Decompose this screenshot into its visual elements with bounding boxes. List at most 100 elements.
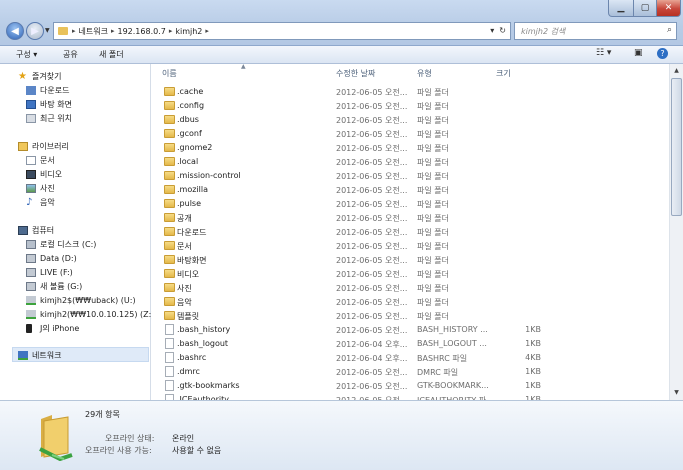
back-button[interactable]: ◀: [6, 22, 24, 40]
offline-status-label: 오프라인 상태:: [105, 434, 155, 443]
file-name: .gnome2: [177, 143, 213, 152]
nav-pictures[interactable]: 사진: [26, 182, 55, 195]
file-row[interactable]: .dmrc 2012-06-05 오전... DMRC 파일 1KB: [152, 365, 669, 379]
nav-recent[interactable]: 최근 위치: [26, 112, 72, 125]
nav-network[interactable]: 네트워크: [18, 349, 61, 362]
file-row[interactable]: 다운로드 2012-06-05 오전... 파일 폴더: [152, 225, 669, 239]
documents-icon: [26, 156, 36, 165]
address-bar[interactable]: ▸ 네트워크 ▸ 192.168.0.7 ▸ kimjh2 ▸ ▾ ↻: [53, 22, 511, 40]
breadcrumb-host[interactable]: 192.168.0.7: [117, 27, 165, 36]
file-row[interactable]: 바탕화면 2012-06-05 오전... 파일 폴더: [152, 253, 669, 267]
search-icon[interactable]: ⌕: [667, 25, 672, 35]
minimize-button[interactable]: ▁: [608, 0, 634, 17]
file-row[interactable]: .bash_logout 2012-06-04 오후... BASH_LOGOUT …: [152, 337, 669, 351]
file-icon: [165, 338, 174, 349]
file-row[interactable]: .local 2012-06-05 오전... 파일 폴더: [152, 155, 669, 169]
folder-icon: [164, 283, 175, 292]
column-header-type[interactable]: 유형: [417, 68, 432, 79]
search-input[interactable]: kimjh2 검색 ⌕: [514, 22, 677, 40]
breadcrumb-folder[interactable]: kimjh2: [175, 27, 202, 36]
file-modified: 2012-06-04 오후...: [336, 340, 408, 349]
column-header-size[interactable]: 크기: [496, 68, 511, 79]
file-row[interactable]: .ICEauthority2012-06-05 오전...ICEAUTHORIT…: [152, 393, 669, 400]
file-type: BASH_LOGOUT ...: [417, 339, 487, 348]
nav-favorites[interactable]: ★ 즐겨찾기: [18, 70, 61, 83]
history-dropdown-icon[interactable]: ▾: [490, 26, 494, 35]
music-icon: ♪: [26, 197, 33, 208]
folder-icon: [164, 87, 175, 96]
file-row[interactable]: .dbus 2012-06-05 오전... 파일 폴더: [152, 113, 669, 127]
file-row[interactable]: .cache 2012-06-05 오전... 파일 폴더: [152, 85, 669, 99]
nav-music[interactable]: ♪ 음악: [26, 196, 55, 209]
vertical-scrollbar[interactable]: ▲ ▼: [669, 64, 683, 400]
share-button[interactable]: 공유: [63, 49, 78, 60]
file-size: 1KB: [525, 339, 541, 348]
file-row[interactable]: .pulse 2012-06-05 오전... 파일 폴더: [152, 197, 669, 211]
file-row[interactable]: .mission-control 2012-06-05 오전... 파일 폴더: [152, 169, 669, 183]
forward-button[interactable]: ▶: [26, 22, 44, 40]
organize-button[interactable]: 구성 ▾: [16, 49, 37, 60]
file-row[interactable]: .config 2012-06-05 오전... 파일 폴더: [152, 99, 669, 113]
scroll-thumb[interactable]: [671, 78, 682, 216]
file-row[interactable]: .bashrc 2012-06-04 오후... BASHRC 파일 4KB: [152, 351, 669, 365]
pictures-icon: [26, 184, 36, 193]
preview-pane-icon[interactable]: ▣: [634, 48, 643, 58]
scroll-up-arrow-icon[interactable]: ▲: [670, 64, 683, 77]
refresh-icon[interactable]: ↻: [499, 26, 506, 35]
chevron-right-icon[interactable]: ▸: [169, 27, 173, 35]
chevron-right-icon[interactable]: ▸: [111, 27, 115, 35]
file-name: .mission-control: [177, 171, 241, 180]
maximize-button[interactable]: ▢: [633, 0, 657, 17]
nav-iphone[interactable]: J의 iPhone: [26, 322, 79, 335]
nav-label: 즐겨찾기: [32, 72, 62, 81]
scroll-down-arrow-icon[interactable]: ▼: [670, 386, 683, 399]
nav-downloads[interactable]: 다운로드: [26, 84, 69, 97]
folder-icon: [164, 241, 175, 250]
nav-label: Data (D:): [40, 254, 77, 263]
breadcrumb-network[interactable]: 네트워크: [79, 26, 108, 37]
view-options-icon[interactable]: ☷ ▾: [596, 48, 611, 58]
file-type: 파일 폴더: [417, 270, 449, 279]
column-header-modified[interactable]: 수정한 날짜: [336, 68, 375, 79]
shared-folder-icon: [39, 415, 73, 461]
file-name: 템플릿: [177, 312, 200, 321]
file-modified: 2012-06-05 오전...: [336, 368, 408, 377]
search-placeholder: kimjh2 검색: [521, 27, 566, 36]
file-row[interactable]: 비디오 2012-06-05 오전... 파일 폴더: [152, 267, 669, 281]
nav-videos[interactable]: 비디오: [26, 168, 62, 181]
column-header-name[interactable]: 이름: [162, 68, 177, 79]
nav-documents[interactable]: 문서: [26, 154, 55, 167]
file-type: 파일 폴더: [417, 298, 449, 307]
nav-drive-d[interactable]: Data (D:): [26, 252, 77, 265]
nav-drive-c[interactable]: 로컬 디스크 (C:): [26, 238, 96, 251]
nav-computer[interactable]: 컴퓨터: [18, 224, 54, 237]
file-row[interactable]: .gtk-bookmarks 2012-06-05 오전... GTK-BOOKMA…: [152, 379, 669, 393]
file-row[interactable]: 공개 2012-06-05 오전... 파일 폴더: [152, 211, 669, 225]
file-row[interactable]: 사진 2012-06-05 오전... 파일 폴더: [152, 281, 669, 295]
file-row[interactable]: 음악 2012-06-05 오전... 파일 폴더: [152, 295, 669, 309]
chevron-right-icon[interactable]: ▸: [72, 27, 76, 35]
folder-icon: [164, 213, 175, 222]
nav-label: 문서: [40, 156, 55, 165]
file-row[interactable]: .gconf 2012-06-05 오전... 파일 폴더: [152, 127, 669, 141]
chevron-right-icon[interactable]: ▸: [205, 27, 209, 35]
nav-drive-f[interactable]: LIVE (F:): [26, 266, 73, 279]
file-row[interactable]: .bash_history 2012-06-05 오전... BASH_HISTOR…: [152, 323, 669, 337]
close-button[interactable]: ✕: [656, 0, 681, 17]
nav-drive-z[interactable]: kimjh2(₩₩10.0.10.125) (Z:): [26, 308, 154, 321]
file-row[interactable]: 문서 2012-06-05 오전... 파일 폴더: [152, 239, 669, 253]
file-row[interactable]: 템플릿 2012-06-05 오전... 파일 폴더: [152, 309, 669, 323]
help-icon[interactable]: ?: [657, 48, 668, 59]
nav-libraries[interactable]: 라이브러리: [18, 140, 69, 153]
recent-pages-dropdown[interactable]: ▼: [45, 27, 50, 34]
nav-label: 컴퓨터: [32, 226, 55, 235]
file-row[interactable]: .mozilla 2012-06-05 오전... 파일 폴더: [152, 183, 669, 197]
downloads-icon: [26, 86, 36, 95]
nav-drive-u[interactable]: kimjh2$(₩₩uback) (U:): [26, 294, 136, 307]
computer-icon: [18, 226, 28, 235]
nav-drive-g[interactable]: 새 볼륨 (G:): [26, 280, 82, 293]
file-type: DMRC 파일: [417, 368, 459, 377]
new-folder-button[interactable]: 새 폴더: [99, 49, 124, 60]
nav-desktop[interactable]: 바탕 화면: [26, 98, 72, 111]
file-row[interactable]: .gnome2 2012-06-05 오전... 파일 폴더: [152, 141, 669, 155]
